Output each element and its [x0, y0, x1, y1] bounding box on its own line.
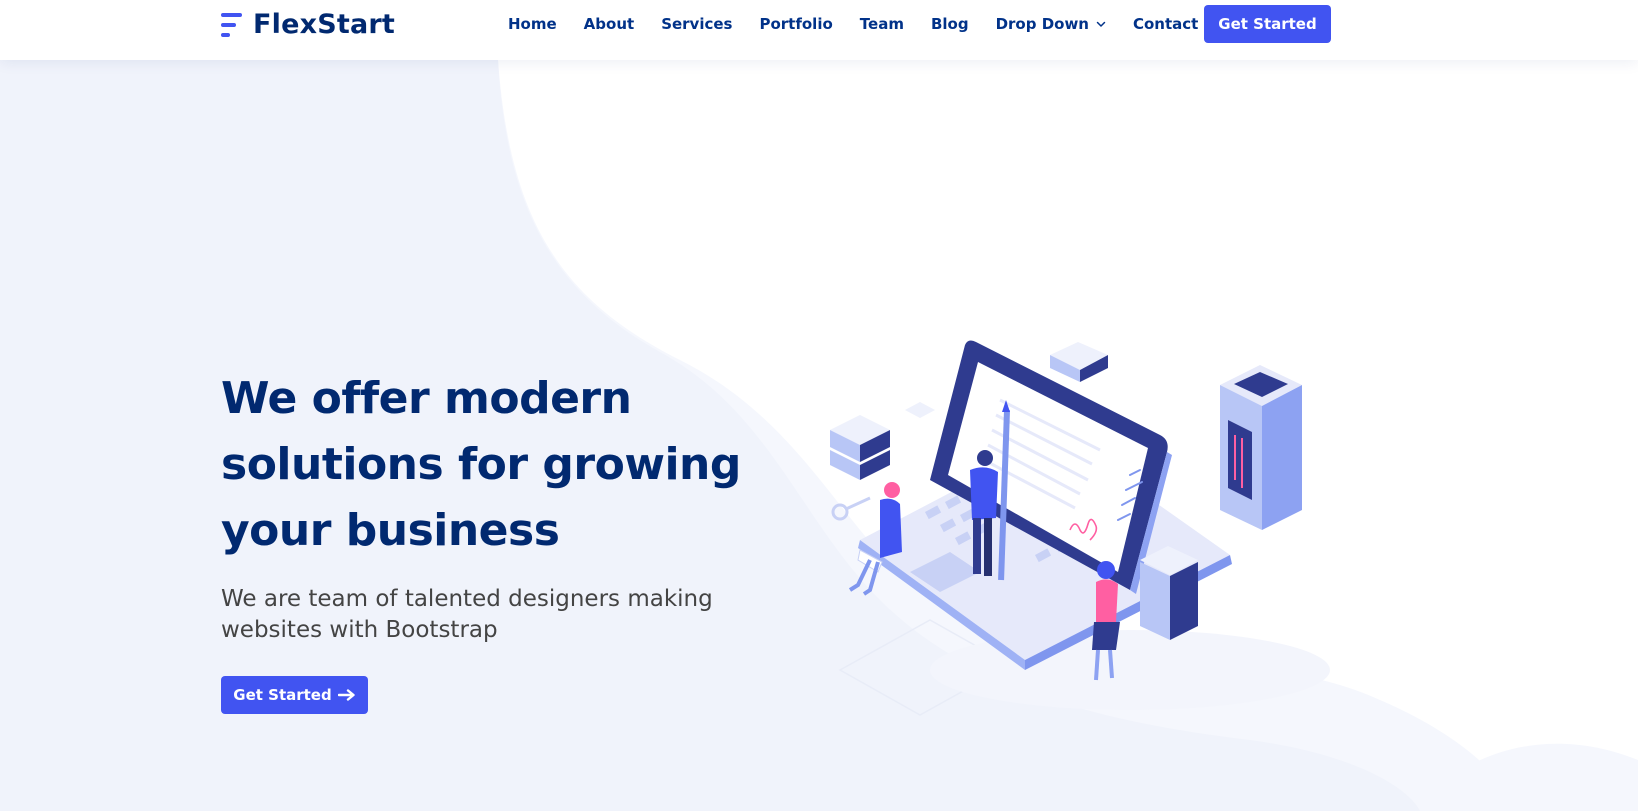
nav-item-dropdown[interactable]: Drop Down: [996, 15, 1106, 33]
nav-item-team[interactable]: Team: [860, 15, 904, 33]
nav-item-contact[interactable]: Contact: [1133, 15, 1198, 33]
nav-item-blog[interactable]: Blog: [931, 15, 969, 33]
header-get-started-button[interactable]: Get Started: [1204, 5, 1331, 43]
chevron-down-icon: [1096, 21, 1106, 27]
nav-item-about[interactable]: About: [584, 15, 635, 33]
hero-title: We offer modern solutions for growing yo…: [221, 373, 741, 556]
nav-item-portfolio[interactable]: Portfolio: [759, 15, 832, 33]
hero-get-started-button[interactable]: Get Started: [221, 676, 368, 714]
arrow-right-icon: [337, 689, 355, 701]
site-header: FlexStart Home About Services Portfolio …: [0, 0, 1638, 60]
hero-illustration: [830, 340, 1330, 716]
brand-logo[interactable]: FlexStart: [221, 8, 396, 40]
main-nav: Home About Services Portfolio Team Blog …: [508, 0, 1225, 48]
nav-item-home[interactable]: Home: [508, 15, 557, 33]
nav-item-dropdown-label: Drop Down: [995, 15, 1089, 33]
hero-get-started-label: Get Started: [233, 686, 332, 704]
hero-subtitle: We are team of talented designers making…: [221, 586, 713, 643]
flexstart-logo-icon: [221, 10, 243, 38]
brand-name: FlexStart: [253, 8, 396, 40]
nav-item-services[interactable]: Services: [661, 15, 732, 33]
